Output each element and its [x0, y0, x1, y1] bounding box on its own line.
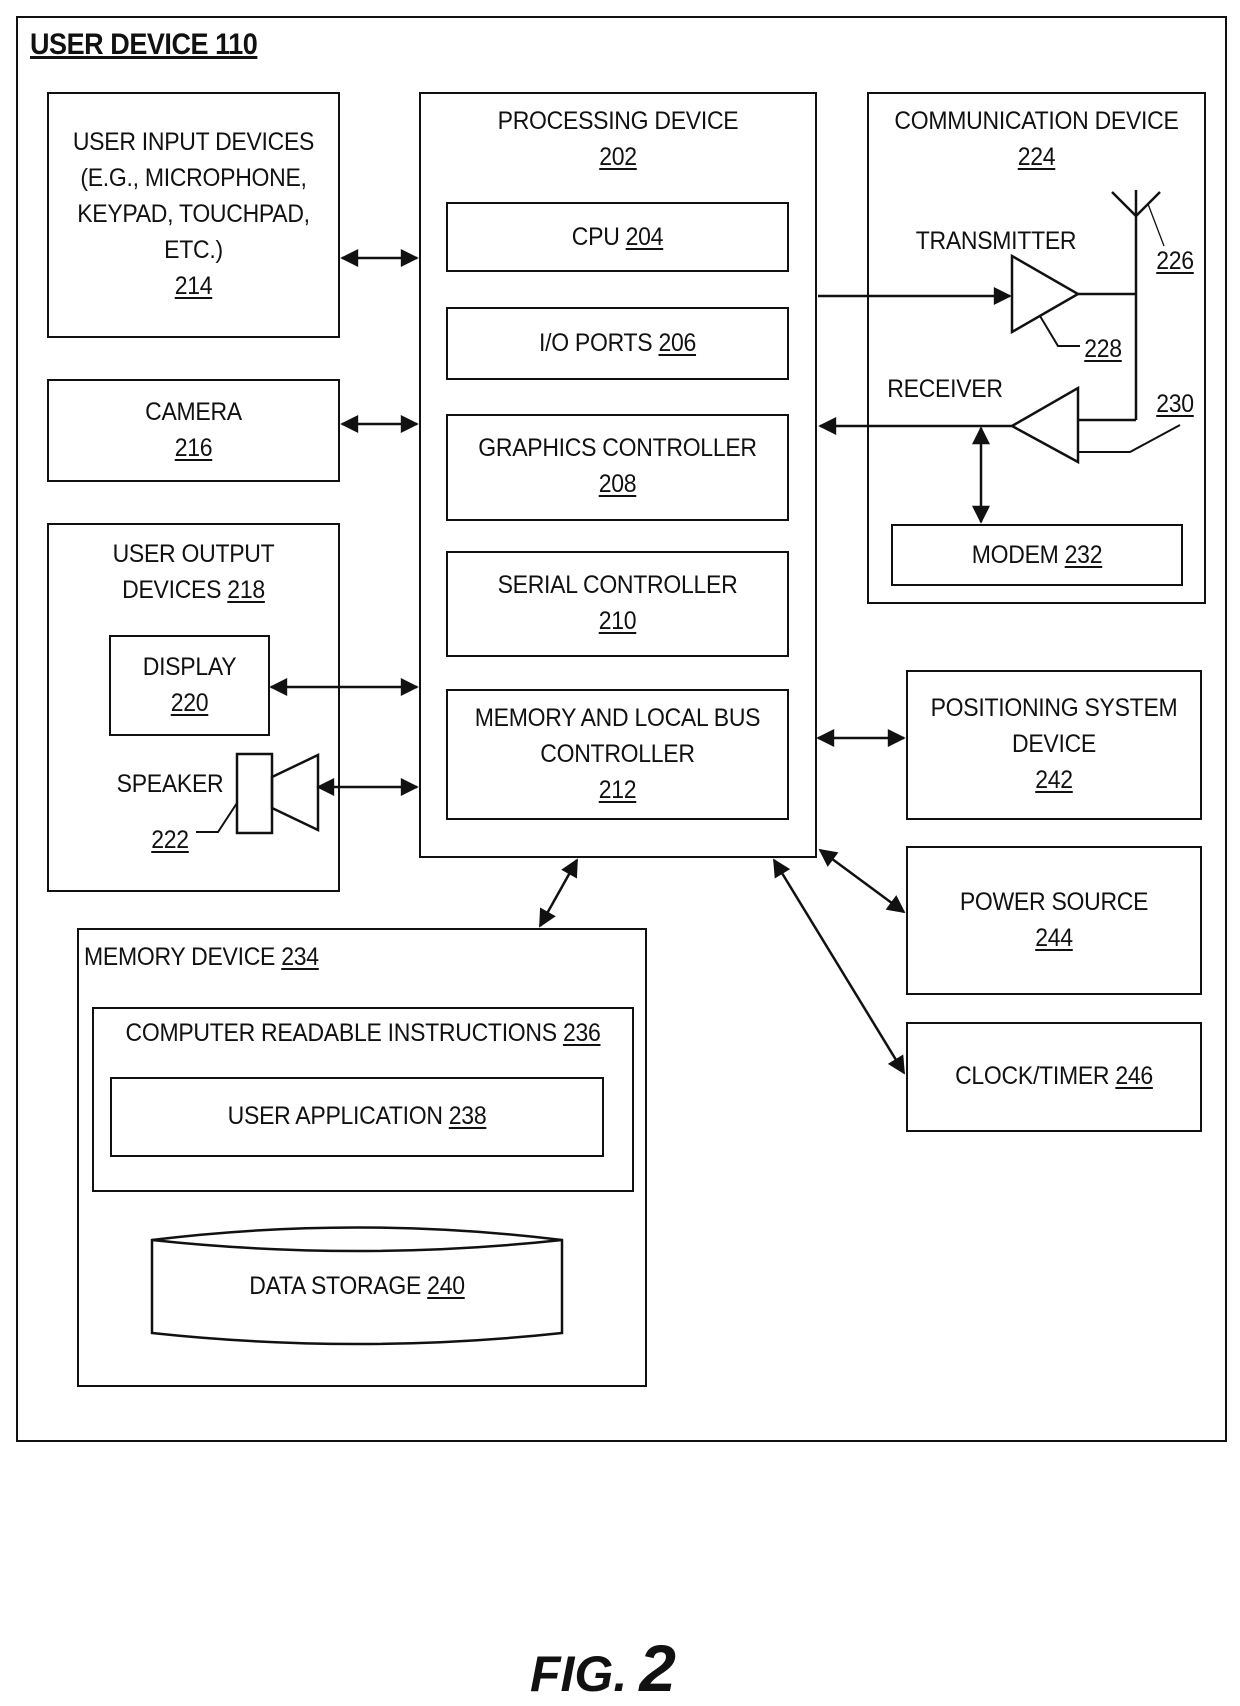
ref-number: 214: [174, 272, 213, 300]
ref-number: 212: [598, 776, 637, 804]
clock-timer-label: CLOCK/TIMER 246: [955, 1062, 1153, 1090]
user-input-devices-label: USER INPUT DEVICES (E.G., MICROPHONE, KE…: [72, 128, 315, 300]
ref-number: 232: [1064, 541, 1103, 569]
figure-number: 2: [639, 1631, 676, 1705]
user-output-devices-label: USER OUTPUT DEVICES 218: [112, 540, 275, 604]
ref-number: 208: [598, 470, 637, 498]
io-ports-label: I/O PORTS 206: [538, 329, 697, 357]
memory-bus-controller-label: MEMORY AND LOCAL BUS CONTROLLER 212: [474, 704, 761, 804]
transmitter-label: TRANSMITTER: [915, 227, 1077, 255]
user-application-label: USER APPLICATION 238: [227, 1102, 487, 1130]
modem-label: MODEM 232: [971, 541, 1103, 569]
ref-number: 222: [151, 826, 189, 854]
ref-number: 234: [281, 943, 319, 971]
arrow-processing-memory: [538, 858, 579, 928]
arrow-processing-power: [818, 848, 906, 914]
ref-number: 224: [1017, 143, 1056, 171]
ref-number: 226: [1156, 247, 1194, 275]
graphics-controller-label: GRAPHICS CONTROLLER 208: [478, 434, 757, 498]
display-label: DISPLAY 220: [142, 653, 237, 717]
ref-number: 218: [227, 576, 265, 604]
ref-number: 240: [427, 1272, 465, 1300]
serial-controller-label: SERIAL CONTROLLER 210: [497, 571, 738, 635]
ref-number: 246: [1115, 1062, 1153, 1090]
ref-number: 244: [1035, 924, 1073, 952]
figure-prefix: FIG.: [530, 1646, 628, 1702]
figure-caption: FIG. 2: [530, 1630, 676, 1706]
positioning-system-label: POSITIONING SYSTEM DEVICE 242: [930, 694, 1178, 794]
ref-number: 238: [448, 1102, 487, 1130]
data-storage-label: DATA STORAGE 240: [249, 1272, 465, 1300]
ref-number: 210: [598, 607, 637, 635]
ref-number: 228: [1084, 335, 1122, 363]
antenna-ref: 226: [1152, 243, 1198, 279]
ref-number: 202: [599, 143, 637, 171]
ref-number: 216: [174, 434, 213, 462]
ref-number: 230: [1156, 390, 1194, 418]
power-source-label: POWER SOURCE 244: [959, 888, 1149, 952]
receiver-label: RECEIVER: [887, 375, 1003, 403]
receiver-ref: 230: [1152, 386, 1198, 422]
ref-number: 236: [562, 1019, 601, 1047]
memory-device-label: MEMORY DEVICE 234: [84, 943, 319, 971]
speaker-label: SPEAKER: [116, 770, 224, 798]
computer-readable-instructions-label: COMPUTER READABLE INSTRUCTIONS 236: [125, 1019, 601, 1047]
arrow-processing-clock: [772, 858, 906, 1075]
cpu-label: CPU 204: [571, 223, 664, 251]
camera-label: CAMERA 216: [145, 398, 242, 462]
speaker-ref: 222: [141, 822, 200, 858]
transmitter-ref: 228: [1080, 331, 1126, 367]
communication-device-label: COMMUNICATION DEVICE 224: [894, 107, 1179, 171]
ref-number: 204: [625, 223, 664, 251]
ref-number: 206: [658, 329, 697, 357]
ref-number: 220: [170, 689, 209, 717]
processing-device-label: PROCESSING DEVICE 202: [497, 107, 739, 171]
ref-number: 242: [1035, 766, 1073, 794]
